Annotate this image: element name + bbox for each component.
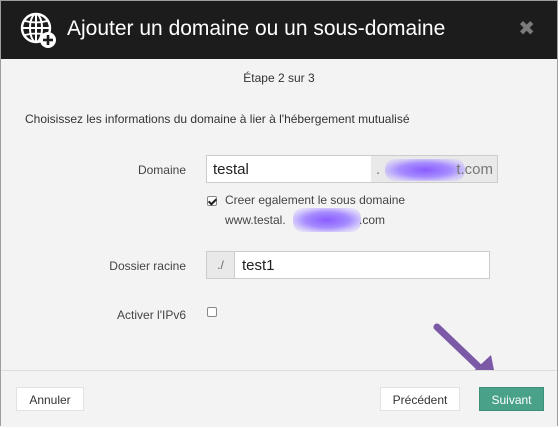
dialog-title: Ajouter un domaine ou un sous-domaine xyxy=(67,17,446,40)
create-subdomain-label: Creer egalement le sous domaine xyxy=(225,193,406,207)
root-folder-label: Dossier racine xyxy=(109,259,186,273)
subdomain-preview-start: www.testal. xyxy=(225,213,286,227)
dialog-footer: Annuler Précédent Suivant xyxy=(1,370,557,427)
domain-label: Domaine xyxy=(137,163,186,177)
dialog-header: Ajouter un domaine ou un sous-domaine ✖ xyxy=(1,1,557,59)
next-button[interactable]: Suivant xyxy=(479,387,544,411)
add-domain-dialog: Ajouter un domaine ou un sous-domaine ✖ … xyxy=(0,0,558,427)
previous-button[interactable]: Précédent xyxy=(380,387,460,411)
domain-suffix-tld: t.com xyxy=(456,161,493,178)
domain-suffix-dot: . xyxy=(376,161,381,178)
domain-input[interactable]: testal xyxy=(206,155,372,183)
globe-plus-icon xyxy=(20,12,56,48)
close-icon[interactable]: ✖ xyxy=(518,17,535,41)
redacted-domain-blur xyxy=(385,159,465,181)
ipv6-checkbox[interactable] xyxy=(207,307,217,317)
ipv6-label: Activer l'IPv6 xyxy=(117,308,186,322)
domain-suffix-addon: . t.com xyxy=(371,155,498,183)
root-folder-input[interactable]: test1 xyxy=(234,251,490,279)
step-indicator: Étape 2 sur 3 xyxy=(243,71,315,85)
redacted-subdomain-blur xyxy=(293,208,361,232)
instruction-text: Choisissez les informations du domaine à… xyxy=(25,112,410,126)
subdomain-preview-end: .com xyxy=(359,213,386,227)
root-folder-prefix: ./ xyxy=(206,251,234,279)
cancel-button[interactable]: Annuler xyxy=(16,387,84,411)
create-subdomain-checkbox[interactable] xyxy=(207,196,217,206)
